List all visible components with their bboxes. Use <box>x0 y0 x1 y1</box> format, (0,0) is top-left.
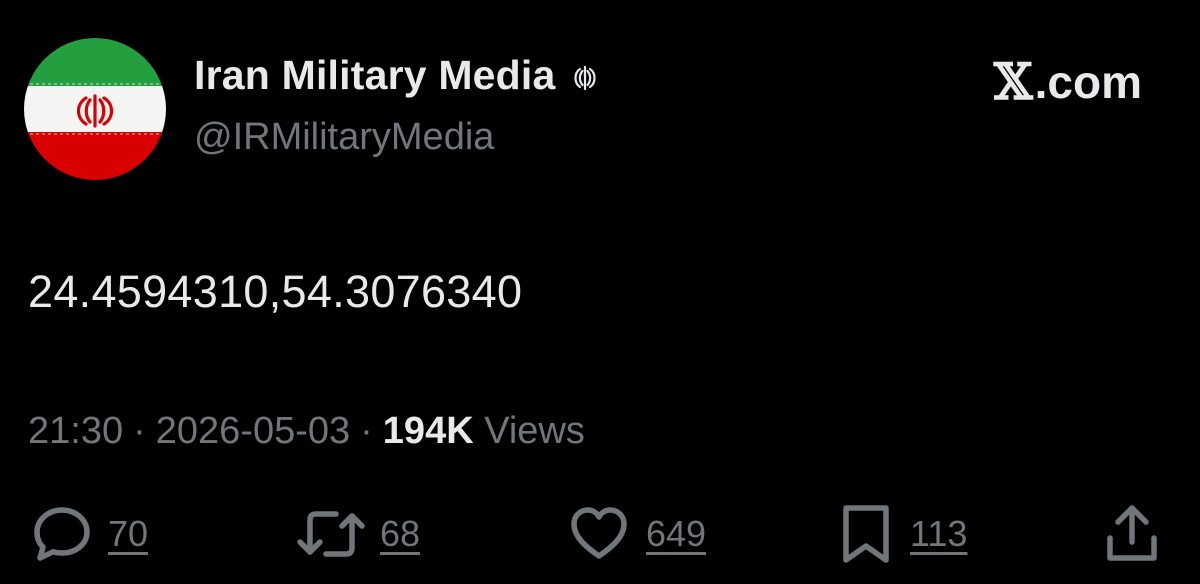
meta-separator: · <box>360 410 373 452</box>
bookmark-button[interactable]: 113 <box>836 502 967 566</box>
reply-icon <box>34 507 90 561</box>
views-count: 194K <box>382 410 474 452</box>
tweet-meta: 21:30 · 2026-05-03 · 194K Views <box>28 410 585 453</box>
bookmark-count[interactable]: 113 <box>910 513 967 555</box>
author-handle[interactable]: @IRMilitaryMedia <box>194 116 494 159</box>
brand-suffix: .com <box>1034 55 1142 108</box>
heart-icon <box>571 507 627 559</box>
like-button[interactable]: 649 <box>566 502 706 566</box>
views-label: Views <box>484 410 585 452</box>
repost-count[interactable]: 68 <box>380 513 420 555</box>
repost-icon <box>297 511 365 557</box>
iran-flag-icon <box>24 38 166 180</box>
tweet-time[interactable]: 21:30 <box>28 410 123 453</box>
reply-button[interactable]: 70 <box>30 502 148 566</box>
tweet-text: 24.4594310,54.3076340 <box>28 266 523 317</box>
tweet-date[interactable]: 2026-05-03 <box>156 410 350 453</box>
reply-count[interactable]: 70 <box>108 513 148 555</box>
avatar[interactable] <box>24 38 166 180</box>
share-button[interactable] <box>1100 502 1164 566</box>
x-com-brand: 𝕏 .com <box>994 52 1142 111</box>
action-bar: 70 68 649 113 <box>0 502 1200 572</box>
share-icon <box>1107 505 1157 561</box>
author-name-row: Iran Military Media <box>194 52 600 99</box>
author-display-name[interactable]: Iran Military Media <box>194 52 556 99</box>
meta-separator: · <box>133 410 146 452</box>
x-logo-icon: 𝕏 <box>993 52 1033 111</box>
iran-emblem-icon <box>573 65 596 90</box>
bookmark-icon <box>843 505 889 563</box>
like-count[interactable]: 649 <box>646 513 706 555</box>
repost-button[interactable]: 68 <box>296 502 420 566</box>
